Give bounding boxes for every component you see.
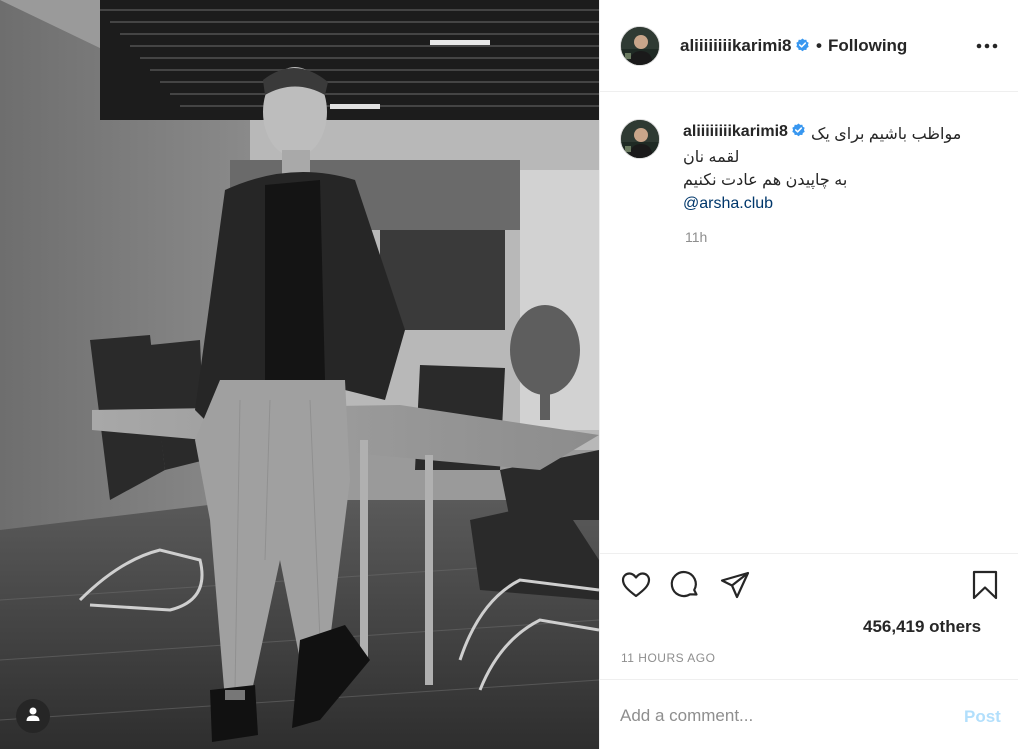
username-link[interactable]: aliiiiiiiikarimi8 <box>680 36 810 56</box>
caption-line: مواظب باشیم برای یک <box>811 126 962 143</box>
bookmark-icon <box>969 570 1001 605</box>
post-photo[interactable] <box>0 0 599 749</box>
post-comment-button[interactable]: Post <box>964 707 1001 727</box>
like-button[interactable] <box>620 569 652 601</box>
mention-link[interactable]: @arsha.club <box>683 195 773 212</box>
tagged-users-button[interactable] <box>16 699 50 733</box>
following-button[interactable]: Following <box>828 36 907 56</box>
caption-timestamp[interactable]: 11h <box>685 229 707 245</box>
paper-plane-icon <box>719 571 751 605</box>
verified-badge-icon <box>795 38 809 52</box>
username-text: aliiiiiiiikarimi8 <box>680 36 792 55</box>
add-comment-bar: Post <box>600 679 1018 749</box>
comment-bubble-icon <box>669 570 701 605</box>
caption-avatar[interactable] <box>620 119 660 159</box>
caption-text: مواظب باشیم برای یک لقمه نان به چاپیدن ه… <box>683 123 983 215</box>
action-bar: 456,419 others 11 HOURS AGO <box>600 553 1018 679</box>
caption-line: لقمه نان <box>683 149 740 166</box>
likes-count[interactable]: 456,419 others <box>863 617 981 637</box>
comment-input[interactable] <box>620 702 940 730</box>
save-button[interactable] <box>969 569 1001 601</box>
more-options-icon <box>976 36 998 54</box>
comment-button[interactable] <box>669 569 701 601</box>
more-options-button[interactable] <box>972 30 1002 60</box>
caption-line: به چاپیدن هم عادت نکنیم <box>683 172 848 189</box>
separator-dot: • <box>816 36 822 55</box>
post-header: aliiiiiiiikarimi8 • Following <box>600 0 1018 92</box>
share-button[interactable] <box>719 569 751 601</box>
user-tag-icon <box>25 706 41 727</box>
office-scene-image <box>0 0 599 749</box>
post-timestamp[interactable]: 11 HOURS AGO <box>621 651 715 665</box>
comments-area: aliiiiiiiikarimi8 مواظب باشیم برای یک لق… <box>600 93 1018 553</box>
post-side-panel: aliiiiiiiikarimi8 • Following aliiiiiiii… <box>599 0 1018 749</box>
avatar[interactable] <box>620 26 660 66</box>
heart-icon <box>620 572 652 605</box>
